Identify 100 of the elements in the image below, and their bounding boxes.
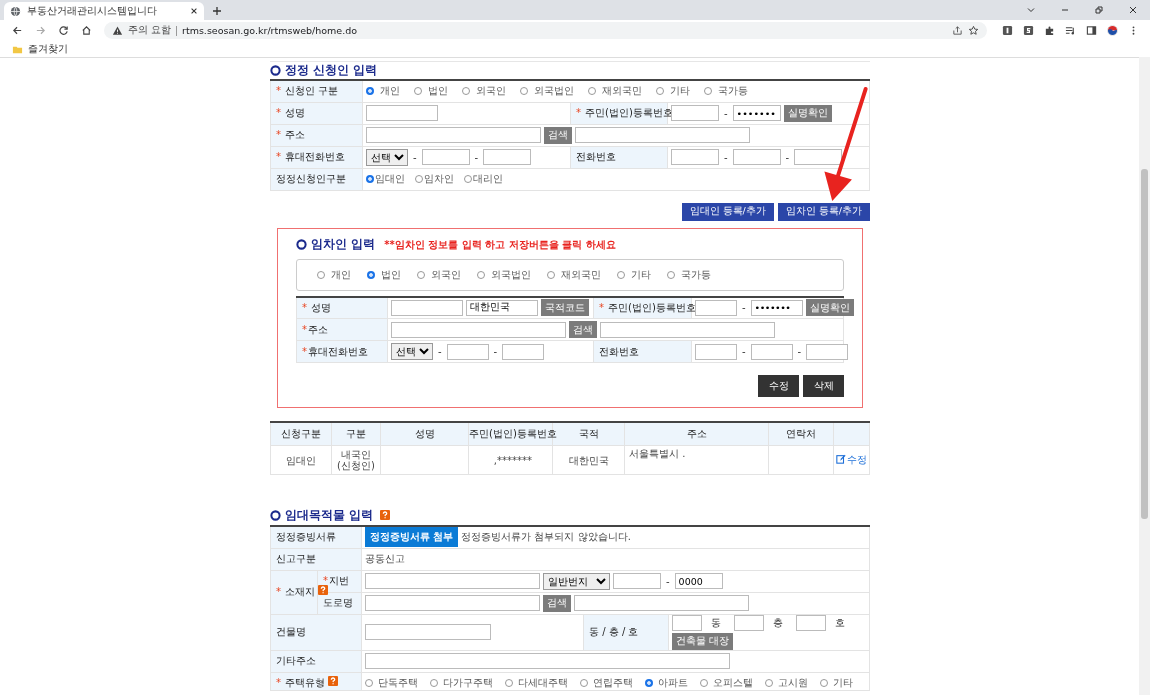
share-icon[interactable] xyxy=(952,25,963,36)
column-header: 성명 xyxy=(380,422,469,446)
text-field[interactable] xyxy=(671,105,719,121)
password-field[interactable]: ••••••• xyxy=(750,299,803,316)
back-icon[interactable] xyxy=(12,25,23,36)
help-icon[interactable] xyxy=(380,510,391,520)
text-field[interactable] xyxy=(794,149,843,165)
password-field[interactable]: ••••••• xyxy=(732,105,781,121)
radio-option[interactable]: 고시원 xyxy=(765,675,808,690)
text-field[interactable] xyxy=(366,105,438,121)
radio-option[interactable]: 법인 xyxy=(367,267,401,282)
text-field[interactable]: 0000 xyxy=(674,573,723,589)
home-icon[interactable] xyxy=(81,25,92,36)
text-field[interactable] xyxy=(750,343,793,360)
verify-button[interactable]: 실명확인 xyxy=(805,299,854,317)
address-bar[interactable]: 주의 요함 rtms.seosan.go.kr/rtmsweb/home.do xyxy=(104,22,987,39)
new-tab-icon[interactable] xyxy=(212,6,222,16)
text-field[interactable] xyxy=(365,595,540,611)
text-field[interactable] xyxy=(365,624,491,640)
text-field[interactable] xyxy=(806,343,849,360)
dropdown[interactable]: 선택 xyxy=(366,148,408,166)
radio-option[interactable]: 연립주택 xyxy=(580,675,633,690)
radio-option[interactable]: 대리인 xyxy=(464,172,503,186)
radio-option[interactable]: 외국인 xyxy=(417,267,461,282)
field-label: 신청인 구분 xyxy=(285,85,339,97)
search-button[interactable]: 검색 xyxy=(569,321,597,338)
text-field[interactable] xyxy=(421,149,470,165)
radio-option[interactable]: 개인 xyxy=(366,84,400,99)
close-icon[interactable] xyxy=(1128,5,1138,15)
radio-option[interactable]: 기타 xyxy=(820,675,853,690)
building-register-button[interactable]: 건축물 대장 xyxy=(672,632,734,650)
browser-tab[interactable]: 부동산거래관리시스템입니다 xyxy=(4,2,204,20)
instruction-note: **임차인 정보를 입력 하고 저장버튼을 클릭 하세요 xyxy=(384,237,616,252)
radio-option[interactable]: 개인 xyxy=(317,267,351,282)
radio-option[interactable]: 임차인 xyxy=(415,172,454,186)
text-field[interactable] xyxy=(600,321,775,338)
radio-option[interactable]: 다가구주택 xyxy=(430,675,493,690)
chevron-down-icon[interactable] xyxy=(1026,5,1036,15)
bookmark-folder[interactable]: 즐겨찾기 xyxy=(12,42,68,56)
text-field[interactable] xyxy=(732,149,781,165)
required-mark: * xyxy=(599,301,604,313)
text-field[interactable] xyxy=(613,573,661,589)
sidebar-icon[interactable] xyxy=(1086,25,1097,36)
scrollbar[interactable] xyxy=(1139,57,1150,695)
radio-option[interactable]: 외국법인 xyxy=(477,267,531,282)
forward-icon[interactable] xyxy=(35,25,46,36)
text-field[interactable] xyxy=(483,149,532,165)
radio-option[interactable]: 국가등 xyxy=(667,267,711,282)
radio-option[interactable]: 재외국민 xyxy=(588,84,642,99)
profile-avatar-icon[interactable] xyxy=(1107,25,1118,36)
radio-option[interactable]: 오피스텔 xyxy=(700,675,753,690)
text-field[interactable] xyxy=(574,595,749,611)
radio-option[interactable]: 외국인 xyxy=(462,84,506,99)
text-field[interactable] xyxy=(446,343,489,360)
action-button[interactable]: 수정 xyxy=(758,375,799,397)
text-field[interactable] xyxy=(391,299,463,316)
text-field[interactable] xyxy=(575,127,750,143)
radio-option[interactable]: 국가등 xyxy=(704,84,748,99)
dropdown[interactable]: 선택 xyxy=(391,343,433,360)
restore-icon[interactable] xyxy=(1094,5,1104,15)
radio-option[interactable]: 법인 xyxy=(414,84,448,99)
section-title-text: 임차인 입력 xyxy=(311,236,376,253)
text-field[interactable] xyxy=(502,343,545,360)
help-icon[interactable] xyxy=(318,585,328,595)
close-icon[interactable] xyxy=(190,7,198,15)
radio-option[interactable]: 다세대주택 xyxy=(505,675,568,690)
extension-icon[interactable] xyxy=(1002,25,1013,36)
text-field[interactable] xyxy=(366,127,541,143)
text-field[interactable] xyxy=(391,321,566,338)
radio-option[interactable]: 임대인 xyxy=(366,172,405,186)
text-field[interactable] xyxy=(365,573,540,589)
action-button[interactable]: 삭제 xyxy=(803,375,844,397)
media-icon[interactable] xyxy=(1065,25,1076,36)
extension-icon[interactable] xyxy=(1023,25,1034,36)
verify-button[interactable]: 실명확인 xyxy=(783,104,832,122)
puzzle-icon[interactable] xyxy=(1044,25,1055,36)
text-field[interactable] xyxy=(695,343,737,360)
radio-option[interactable]: 아파트 xyxy=(645,675,688,690)
search-button[interactable]: 검색 xyxy=(544,126,572,144)
text-field[interactable] xyxy=(671,149,719,165)
separator-text: - xyxy=(742,346,746,357)
status-text: 정정증빙서류가 첨부되지 않았습니다. xyxy=(461,530,631,545)
text-field[interactable] xyxy=(695,299,737,316)
radio-option[interactable]: 단독주택 xyxy=(365,675,418,690)
reload-icon[interactable] xyxy=(58,25,69,36)
add-button[interactable]: 임차인 등록/추가 xyxy=(777,202,870,221)
attach-button[interactable]: 정정증빙서류 첨부 xyxy=(365,527,459,548)
star-icon[interactable] xyxy=(968,25,979,36)
text-field[interactable] xyxy=(365,653,730,669)
add-button[interactable]: 임대인 등록/추가 xyxy=(681,202,774,221)
radio-option[interactable]: 기타 xyxy=(617,267,651,282)
radio-option[interactable]: 외국법인 xyxy=(520,84,574,99)
security-label[interactable]: 주의 요함 xyxy=(128,24,172,37)
nationality-code-button[interactable]: 국적코드 xyxy=(541,299,589,317)
dropdown[interactable]: 일반번지 xyxy=(543,572,610,590)
search-button[interactable]: 검색 xyxy=(543,594,571,612)
text-field[interactable]: 대한민국 xyxy=(466,299,538,316)
radio-option[interactable]: 재외국민 xyxy=(547,267,601,282)
help-icon[interactable] xyxy=(328,675,338,686)
radio-option[interactable]: 기타 xyxy=(656,84,690,99)
